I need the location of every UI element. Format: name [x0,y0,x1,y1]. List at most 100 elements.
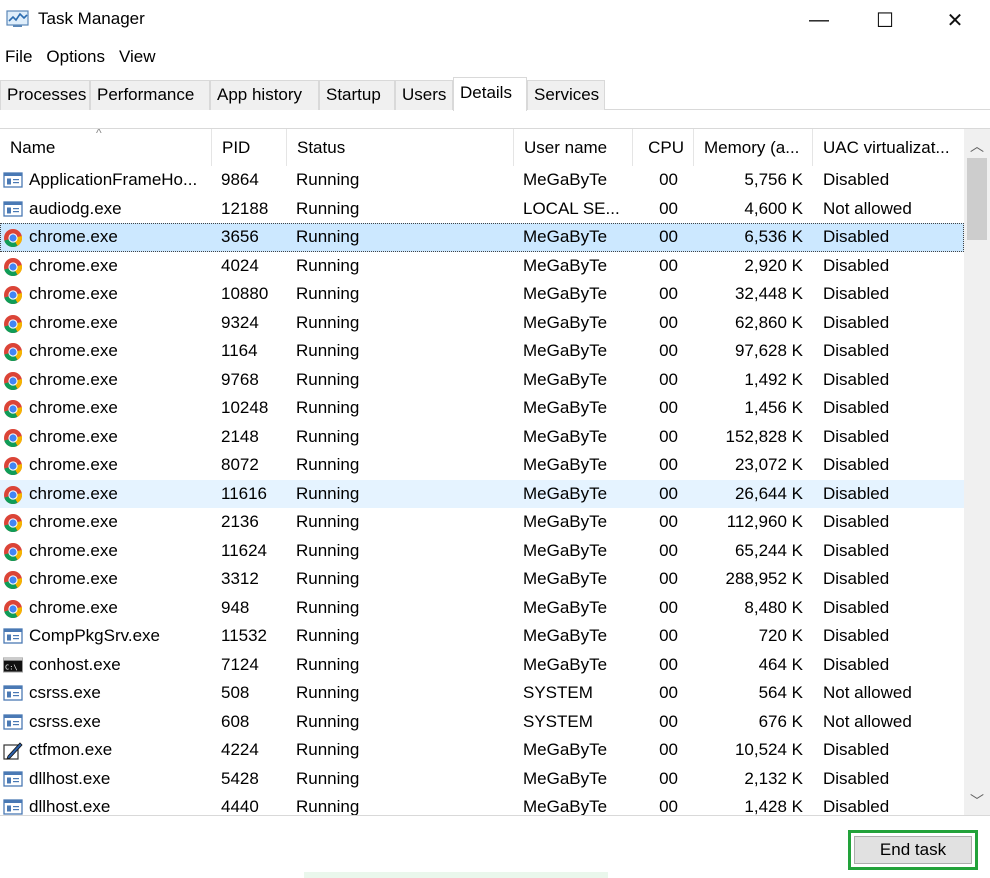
app-window-icon [3,798,23,815]
table-row[interactable]: audiodg.exe 12188 Running LOCAL SE... 00 4,60… [0,195,964,224]
scroll-down-arrow-icon[interactable]: ﹀ [964,789,990,813]
close-button[interactable]: ✕ [932,0,978,40]
process-pid: 11616 [221,483,268,503]
column-header-status[interactable]: Status [287,129,514,166]
app-window-icon [3,200,23,218]
column-header-uac[interactable]: UAC virtualizat... [813,129,964,166]
process-cpu: 00 [659,740,678,759]
process-uac: Disabled [823,483,890,503]
tab-details[interactable]: Details [453,77,527,111]
process-user: MeGaByTe [523,626,608,645]
scrollbar-thumb[interactable] [967,158,987,240]
table-row[interactable]: chrome.exe 3312 Running MeGaByTe 00 288,952 K… [0,565,964,594]
table-row[interactable]: ctfmon.exe 4224 Running MeGaByTe 00 10,524 K D… [0,736,964,765]
tab-app-history[interactable]: App history [210,80,319,110]
process-cpu: 00 [659,455,678,474]
table-row[interactable]: dllhost.exe 4440 Running MeGaByTe 00 1,428 K D… [0,793,964,816]
table-row[interactable]: CompPkgSrv.exe 11532 Running MeGaByTe 00 720 … [0,622,964,651]
column-header-label: Name [10,138,56,157]
tab-processes[interactable]: Processes [0,80,90,110]
process-pid: 9768 [221,369,259,389]
process-user: MeGaByTe [523,654,608,674]
table-row[interactable]: C:\ conhost.exe 7124 Running MeGaByTe 00 464 K… [0,651,964,680]
process-memory: 65,244 K [734,540,803,560]
table-row[interactable]: chrome.exe 1164 Running MeGaByTe 00 97,628 K D… [0,337,964,366]
chrome-icon [3,257,23,276]
process-cpu: 00 [659,569,678,588]
process-cpu: 00 [659,483,678,503]
process-name: chrome.exe [29,255,118,275]
chrome-icon [3,456,23,476]
tab-performance[interactable]: Performance [90,80,210,110]
tab-strip: Processes Performance App history Startu… [0,77,990,111]
tab-services[interactable]: Services [527,80,605,110]
minimize-button[interactable]: — [796,0,842,40]
process-status: Running [296,198,360,218]
process-name: chrome.exe [29,369,118,389]
table-row[interactable]: chrome.exe 948 Running MeGaByTe 00 8,480 K Dis… [0,594,964,623]
process-pid: 2148 [221,426,259,446]
process-memory: 8,480 K [744,597,803,617]
menu-view[interactable]: View [114,44,162,72]
table-row[interactable]: ApplicationFrameHo... 9864 Running MeGaByTe… [0,166,964,195]
process-memory: 564 K [758,683,803,702]
menu-options[interactable]: Options [41,44,111,72]
table-row[interactable]: chrome.exe 2136 Running MeGaByTe 00 112,960 K… [0,508,964,537]
maximize-button[interactable]: ☐ [862,0,908,40]
table-row[interactable]: csrss.exe 508 Running SYSTEM 00 564 K Not allo… [0,679,964,708]
process-name: csrss.exe [29,683,101,702]
process-user: MeGaByTe [523,597,608,617]
table-row[interactable]: chrome.exe 8072 Running MeGaByTe 00 23,072 K D… [0,451,964,480]
process-memory: 112,960 K [726,512,803,531]
table-row[interactable]: chrome.exe 2148 Running MeGaByTe 00 152,828 K… [0,423,964,452]
table-row[interactable]: chrome.exe 11624 Running MeGaByTe 00 65,244 K… [0,537,964,566]
column-header-user-name[interactable]: User name [514,129,633,166]
footer: End task [0,816,990,878]
process-cpu: 00 [659,398,678,417]
process-name: chrome.exe [29,540,118,560]
table-row[interactable]: chrome.exe 3656 Running MeGaByTe 00 6,536 K Di… [0,223,964,252]
process-memory: 720 K [758,626,803,645]
table-row[interactable]: csrss.exe 608 Running SYSTEM 00 676 K Not allo… [0,708,964,737]
table-row[interactable]: dllhost.exe 5428 Running MeGaByTe 00 2,132 K D… [0,765,964,794]
column-header-cpu[interactable]: CPU [633,129,694,166]
chrome-icon [3,314,23,333]
chrome-icon [3,371,23,390]
tab-users[interactable]: Users [395,80,453,110]
process-pid: 948 [221,597,250,617]
process-cpu: 00 [659,512,678,531]
process-status: Running [296,597,360,617]
process-name: audiodg.exe [29,198,122,218]
table-row[interactable]: chrome.exe 11616 Running MeGaByTe 00 26,644 K… [0,479,964,508]
tab-startup[interactable]: Startup [319,80,395,110]
table-row[interactable]: chrome.exe 10248 Running MeGaByTe 00 1,456 K D… [0,394,964,423]
process-memory: 464 K [758,654,803,674]
process-pid: 608 [221,711,250,731]
process-uac: Disabled [823,768,890,788]
process-status: Running [296,711,360,731]
chrome-icon [3,285,23,305]
chrome-icon [3,542,23,561]
end-task-button[interactable]: End task [854,836,972,864]
table-row[interactable]: chrome.exe 9324 Running MeGaByTe 00 62,860 K D… [0,309,964,338]
menu-file[interactable]: File [0,44,38,72]
process-user: MeGaByTe [523,341,608,360]
process-memory: 1,428 K [744,797,803,816]
chrome-icon [3,228,23,248]
scroll-up-arrow-icon[interactable]: ︿ [964,134,990,158]
process-status: Running [296,483,360,503]
table-row[interactable]: chrome.exe 4024 Running MeGaByTe 00 2,920 K Di… [0,252,964,281]
process-uac: Disabled [823,398,890,417]
process-memory: 26,644 K [734,483,803,503]
column-header-pid[interactable]: PID [212,129,287,166]
process-user: MeGaByTe [523,569,608,588]
column-header-name[interactable]: ^ Name [0,129,212,166]
process-pid: 5428 [221,768,259,788]
table-row[interactable]: chrome.exe 10880 Running MeGaByTe 00 32,448 K… [0,280,964,309]
task-manager-icon [6,10,29,27]
process-pid: 3656 [221,227,259,246]
column-header-memory[interactable]: Memory (a... [694,129,813,166]
vertical-scrollbar[interactable]: ︿ ﹀ [964,129,990,815]
process-name: chrome.exe [29,512,118,531]
table-row[interactable]: chrome.exe 9768 Running MeGaByTe 00 1,492 K Di… [0,366,964,395]
